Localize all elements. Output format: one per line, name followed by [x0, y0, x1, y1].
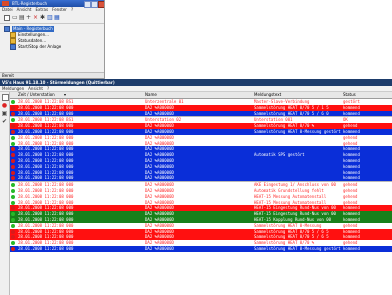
- alarm-window-title-bar: VS's Haus 91.18.10 - Störmeldungen (Quit…: [0, 79, 392, 86]
- check-icon[interactable]: ✔: [1, 119, 8, 125]
- chart-icon[interactable]: ▥: [47, 15, 53, 21]
- status-dot-icon: [11, 147, 15, 152]
- menu-window[interactable]: Fenster: [52, 7, 67, 13]
- cell-time: 28.01.2008 11:22:08 000: [18, 245, 74, 251]
- cell-message: Sammelstörung HEAT 0-Messung gestört: [254, 245, 341, 251]
- status-dot-icon: [11, 105, 15, 110]
- table-row[interactable]: 28.01.2008 11:22:08 000 DA2 %A00000D AKE E…: [10, 181, 392, 188]
- status-dot-icon: [11, 153, 15, 158]
- status-dot-icon: [11, 170, 15, 175]
- table-row[interactable]: 28.01.2008 11:22:08 BS1 Unterstation 02 Un…: [10, 116, 392, 124]
- status-dot-icon: [11, 118, 15, 123]
- status-dot-icon: [11, 183, 15, 188]
- left-toolbar: ● ▣ ✔: [0, 92, 10, 295]
- status-dot-icon: [11, 129, 15, 134]
- status-dot-icon: [11, 176, 15, 181]
- table-body: 28.01.2008 11:22:08 BS1 Unterzentrale 01 M…: [10, 99, 392, 252]
- status-dot-icon: [11, 164, 15, 169]
- new-icon[interactable]: [4, 15, 10, 21]
- menu-view[interactable]: Ansicht: [17, 7, 32, 13]
- cell-status: kommend: [343, 245, 360, 251]
- cell-station: DA2 %A00000D: [145, 245, 174, 251]
- menu-help[interactable]: ?: [71, 7, 73, 13]
- save-icon[interactable]: ▤: [19, 15, 25, 21]
- menu-extras[interactable]: Extras: [35, 7, 48, 13]
- status-dot-icon: [11, 241, 15, 246]
- settings-icon[interactable]: ✱: [40, 15, 45, 21]
- close-button[interactable]: [98, 1, 104, 8]
- tree-list: Main - Registerbuch Einstellungen... Sta…: [0, 24, 104, 50]
- alarm-bell-icon[interactable]: ●: [1, 103, 8, 109]
- tree-window-title-bar: BTL-Registerbuch: [0, 0, 104, 8]
- status-dot-icon: [11, 194, 15, 199]
- tree-node-startstop[interactable]: Start/Stop der Anlage: [4, 44, 104, 50]
- column-header-message[interactable]: Meldungstext: [254, 92, 281, 98]
- startstop-node-icon: [10, 44, 16, 50]
- tree-status-bar: Bereit: [0, 72, 104, 78]
- status-dot-icon: [11, 206, 15, 211]
- document-icon[interactable]: [2, 94, 9, 101]
- alarm-window: VS's Haus 91.18.10 - Störmeldungen (Quit…: [0, 79, 392, 295]
- open-icon[interactable]: ▭: [12, 15, 18, 21]
- status-dot-icon: [11, 235, 15, 240]
- grid-icon[interactable]: ▦: [54, 15, 60, 21]
- status-text: Bereit: [2, 73, 14, 78]
- status-dot-icon: [11, 100, 15, 104]
- status-dot-icon: [11, 188, 15, 193]
- alarm-window-title: VS's Haus 91.18.10 - Störmeldungen (Quit…: [2, 80, 115, 85]
- maximize-button[interactable]: [91, 1, 98, 8]
- status-dot-icon: [11, 223, 15, 228]
- tree-window-title: BTL-Registerbuch: [12, 1, 48, 6]
- status-dot-icon: [11, 212, 15, 217]
- column-header-time[interactable]: Zeit / Unterstation: [18, 92, 55, 98]
- column-header-name[interactable]: Name: [145, 92, 157, 98]
- minimize-button[interactable]: [84, 1, 91, 8]
- status-dot-icon: [11, 141, 15, 146]
- tree-node-label: Start/Stop der Anlage: [18, 44, 62, 49]
- print-icon[interactable]: ▣: [1, 111, 8, 117]
- menu-help[interactable]: ?: [47, 86, 49, 91]
- app-icon: [2, 1, 9, 6]
- add-icon[interactable]: +: [26, 15, 31, 21]
- status-dot-icon: [11, 135, 15, 140]
- status-dot-icon: [11, 200, 15, 205]
- menu-file[interactable]: Datei: [2, 7, 13, 13]
- menu-view[interactable]: Ansicht: [28, 86, 43, 91]
- tree-toolbar: ▭ ▤ + × ✱ ▥ ▦: [0, 13, 104, 24]
- status-dot-icon: [11, 124, 15, 129]
- menu-messages[interactable]: Meldungen: [2, 86, 24, 91]
- remove-icon[interactable]: ×: [33, 15, 38, 21]
- tree-window: BTL-Registerbuch Datei Ansicht Extras Fe…: [0, 0, 105, 79]
- status-dot-icon: [11, 229, 15, 234]
- status-dot-icon: [11, 111, 15, 116]
- table-header: Zeit / Unterstation ▾ Name Meldungstext …: [10, 92, 392, 99]
- status-dot-icon: [11, 217, 15, 222]
- status-dot-icon: [11, 246, 15, 251]
- alarm-table: Zeit / Unterstation ▾ Name Meldungstext …: [10, 92, 392, 252]
- column-header-status[interactable]: Status: [343, 92, 356, 98]
- status-dot-icon: [11, 158, 15, 163]
- table-row[interactable]: 28.01.2008 11:22:08 000 DA2 %A00000D Samme…: [10, 245, 392, 252]
- column-header-sort[interactable]: ▾: [64, 92, 66, 98]
